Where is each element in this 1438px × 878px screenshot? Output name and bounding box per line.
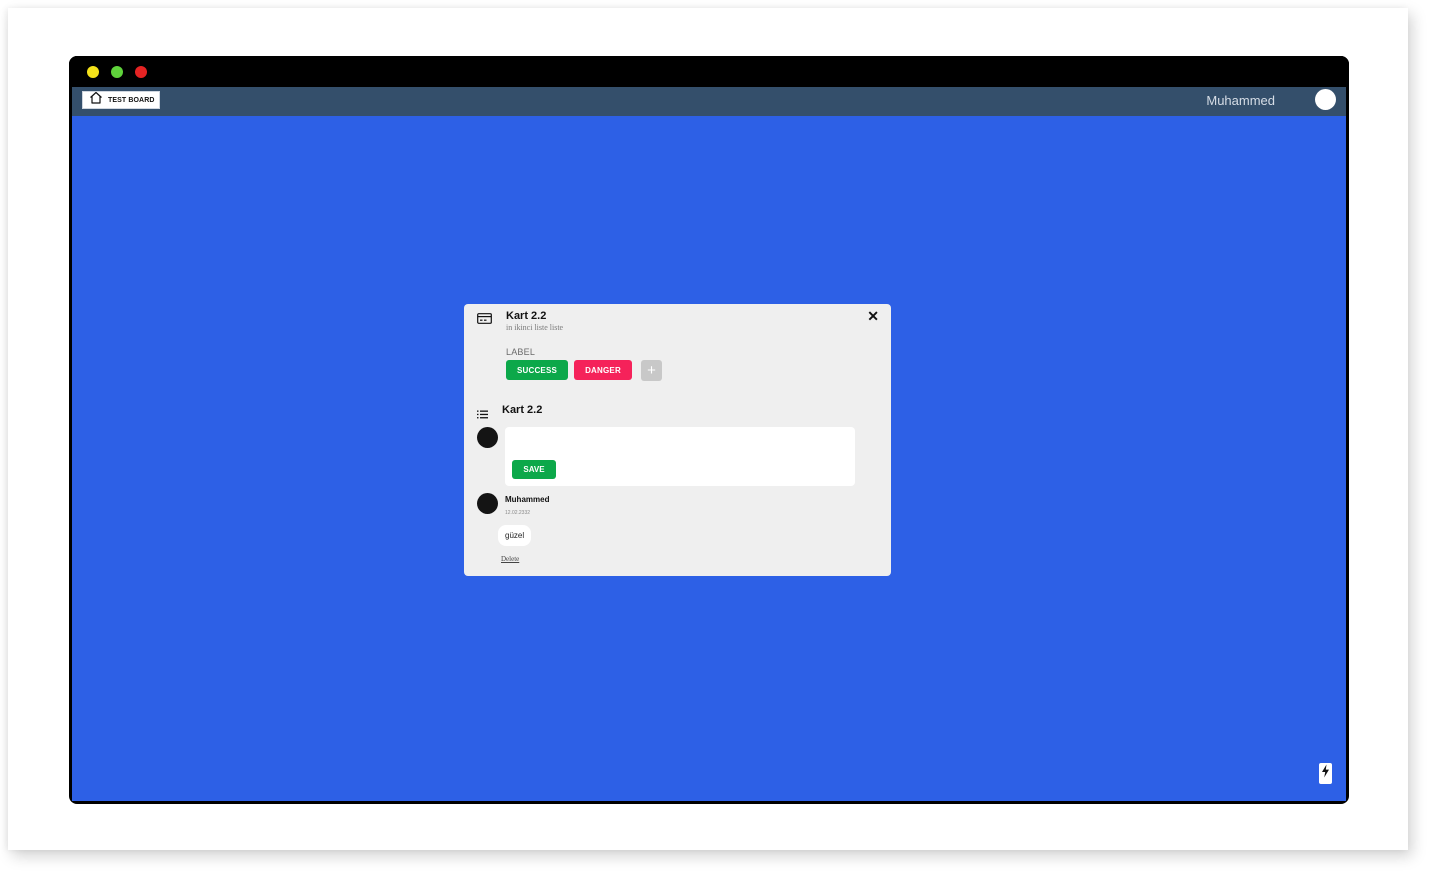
board-home-button[interactable]: TEST BOARD (82, 91, 160, 109)
board-name-label: TEST BOARD (108, 96, 155, 104)
board-canvas: TEST BOARD Muhammed Kart 2.2 in ikinci l… (72, 87, 1346, 801)
card-list-subtitle: in ikinci liste liste (506, 323, 564, 332)
browser-window: TEST BOARD Muhammed Kart 2.2 in ikinci l… (69, 56, 1349, 804)
home-icon (89, 91, 103, 109)
card-icon (477, 311, 492, 329)
comment-author-avatar (477, 493, 498, 514)
save-comment-button[interactable]: SAVE (512, 460, 556, 479)
quick-action-button[interactable] (1319, 763, 1332, 784)
label-chip-danger[interactable]: DANGER (574, 360, 632, 380)
close-modal-button[interactable]: ✕ (867, 308, 879, 324)
comment-input[interactable] (511, 431, 851, 457)
labels-heading: LABEL (506, 347, 536, 357)
top-navbar: TEST BOARD Muhammed (72, 87, 1346, 116)
window-titlebar (69, 56, 1349, 87)
comment-composer: SAVE (505, 427, 855, 486)
close-window-button[interactable] (135, 66, 147, 78)
lightning-bolt-icon (1321, 764, 1330, 783)
label-chip-success[interactable]: SUCCESS (506, 360, 568, 380)
card-title: Kart 2.2 (506, 310, 547, 322)
current-user-avatar (477, 427, 498, 448)
card-detail-modal: Kart 2.2 in ikinci liste liste ✕ LABEL S… (464, 304, 891, 576)
comment-author: Muhammed (505, 495, 550, 504)
delete-comment-link[interactable]: Delete (501, 555, 519, 563)
username-label: Muhammed (1206, 93, 1275, 108)
add-label-button[interactable]: + (641, 360, 662, 381)
maximize-window-button[interactable] (111, 66, 123, 78)
user-avatar[interactable] (1315, 89, 1336, 110)
comment-text: güzel (498, 525, 532, 546)
description-list-icon (477, 406, 488, 424)
minimize-window-button[interactable] (87, 66, 99, 78)
comment-date: 12.02.2332 (505, 510, 531, 516)
description-title: Kart 2.2 (502, 404, 543, 416)
